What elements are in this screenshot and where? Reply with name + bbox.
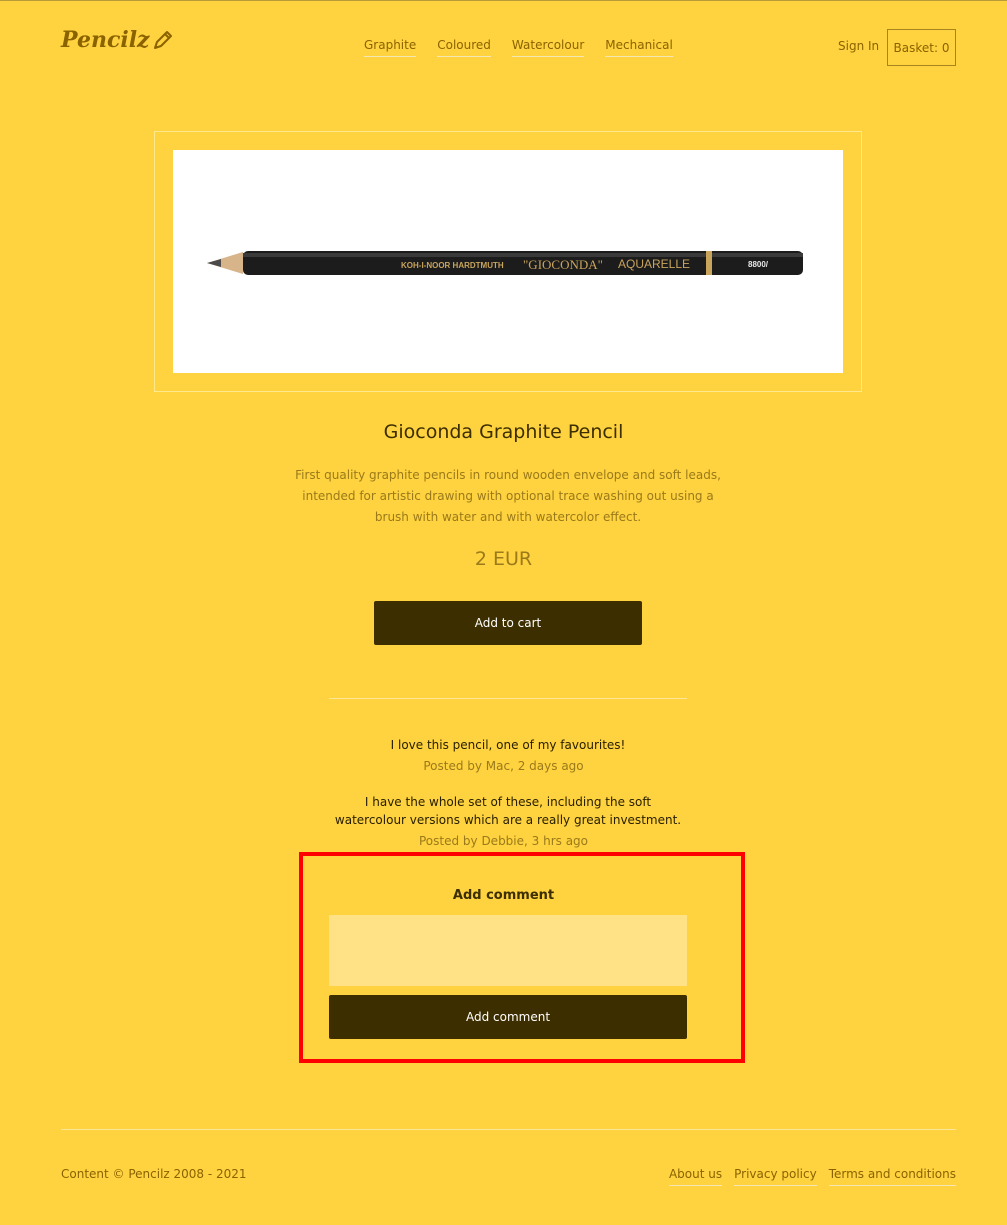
add-to-cart-button[interactable]: Add to cart (374, 601, 642, 645)
product-description: First quality graphite pencils in round … (295, 468, 721, 524)
comment-input[interactable] (329, 915, 687, 986)
product-price: 2 EUR (474, 548, 533, 570)
main-nav: Graphite Coloured Watercolour Mechanical (364, 38, 673, 57)
sign-in-link[interactable]: Sign In (838, 39, 879, 53)
nav-coloured[interactable]: Coloured (437, 38, 491, 57)
nav-mechanical[interactable]: Mechanical (605, 38, 673, 57)
product-title: Gioconda Graphite Pencil (383, 421, 624, 443)
pencil-brand-label: KOH-I-NOOR HARDTMUTH (401, 261, 504, 270)
comment-text: I have the whole set of these, including… (334, 795, 682, 827)
pencil-icon (153, 31, 172, 49)
footer-divider (61, 1129, 956, 1130)
comment-text: I love this pencil, one of my favourites… (390, 738, 626, 752)
copyright: Content © Pencilz 2008 - 2021 (61, 1167, 247, 1181)
pencil-name-label: "GIOCONDA" (523, 257, 603, 272)
comment-meta: Posted by Mac, 2 days ago (423, 759, 584, 773)
add-comment-heading: Add comment (452, 888, 555, 903)
footer-link-terms[interactable]: Terms and conditions (828, 1167, 956, 1186)
pencil-code-label: 8800/ (748, 260, 769, 269)
footer-links: About us Privacy policy Terms and condit… (668, 1167, 956, 1186)
logo[interactable]: Pencilz (61, 27, 174, 53)
nav-graphite[interactable]: Graphite (364, 38, 417, 57)
add-comment-button[interactable]: Add comment (329, 995, 687, 1039)
footer-link-about[interactable]: About us (668, 1167, 723, 1186)
pencil-type-label: AQUARELLE (618, 257, 690, 271)
divider (329, 698, 687, 699)
comment-meta: Posted by Debbie, 3 hrs ago (418, 834, 589, 848)
footer-link-privacy[interactable]: Privacy policy (734, 1167, 817, 1186)
logo-text: Pencilz (61, 27, 150, 53)
nav-watercolour[interactable]: Watercolour (511, 38, 585, 57)
product-image: KOH-I-NOOR HARDTMUTH "GIOCONDA" AQUARELL… (173, 150, 843, 373)
basket-button[interactable]: Basket: 0 (887, 29, 956, 66)
